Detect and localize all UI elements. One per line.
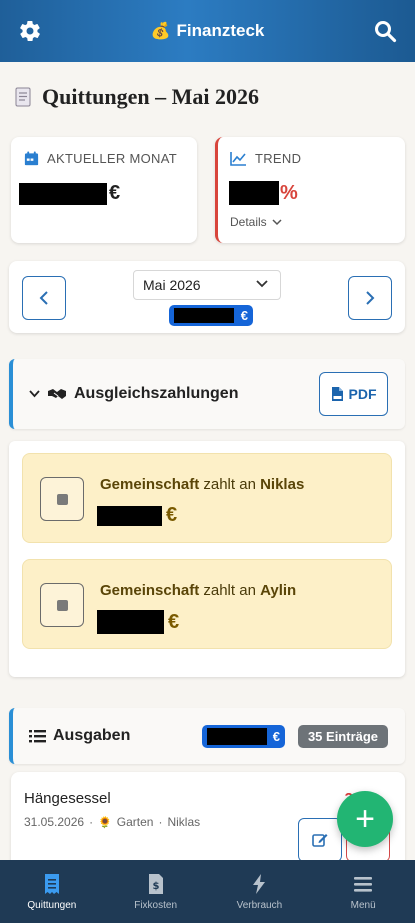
redacted-amount bbox=[19, 182, 107, 205]
expense-meta: 31.05.2026 · 🌻 Garten · Niklas bbox=[24, 815, 200, 829]
currency-symbol: € bbox=[168, 610, 180, 633]
trend-label: TREND bbox=[230, 151, 301, 166]
nav-label: Verbrauch bbox=[236, 899, 283, 911]
file-pdf-icon bbox=[331, 387, 343, 401]
payment-amount: € bbox=[97, 504, 177, 527]
details-label: Details bbox=[230, 215, 267, 229]
gear-icon[interactable] bbox=[18, 19, 42, 43]
payment-checkbox[interactable] bbox=[40, 477, 84, 521]
payment-verb: zahlt an bbox=[203, 476, 256, 493]
nav-verbrauch[interactable]: Verbrauch bbox=[208, 860, 312, 923]
expense-category: Garten bbox=[116, 815, 154, 829]
edit-button[interactable] bbox=[298, 818, 342, 860]
payment-card: Gemeinschaft zahlt an Niklas € bbox=[22, 453, 392, 543]
nav-fixkosten[interactable]: $ Fixkosten bbox=[104, 860, 208, 923]
app-header: 💰 Finanzteck bbox=[0, 0, 415, 62]
list-icon bbox=[29, 730, 46, 743]
expenses-title-text: Ausgaben bbox=[53, 727, 131, 744]
currency-symbol: € bbox=[272, 729, 280, 744]
currency-symbol: € bbox=[166, 504, 178, 526]
redacted-amount bbox=[97, 610, 164, 634]
next-month-button[interactable] bbox=[348, 276, 392, 320]
currency-symbol: € bbox=[109, 182, 121, 204]
bolt-icon bbox=[253, 873, 266, 894]
sunflower-icon: 🌻 bbox=[98, 816, 112, 829]
entries-count-badge: 35 Einträge bbox=[298, 725, 388, 748]
month-total-pill: € bbox=[169, 305, 253, 326]
plus-icon: + bbox=[355, 800, 375, 838]
payer-name: Gemeinschaft bbox=[100, 582, 200, 599]
money-bag-icon: 💰 bbox=[150, 23, 171, 40]
settlement-title-text: Ausgleichszahlungen bbox=[74, 385, 239, 402]
meta-separator: · bbox=[89, 815, 94, 829]
redacted-amount bbox=[97, 505, 162, 526]
chart-line-icon bbox=[230, 152, 246, 166]
chevron-down-icon bbox=[272, 218, 282, 225]
chevron-down-icon bbox=[256, 280, 268, 288]
percent-symbol: % bbox=[280, 181, 298, 204]
edit-icon bbox=[312, 834, 328, 847]
month-select[interactable]: Mai 2026 bbox=[133, 270, 281, 300]
payee-name: Niklas bbox=[260, 476, 305, 493]
chevron-left-icon bbox=[39, 291, 48, 305]
payer-name: Gemeinschaft bbox=[100, 476, 200, 493]
trend-card: TREND % Details bbox=[215, 137, 405, 243]
current-month-label-text: AKTUELLER MONAT bbox=[47, 151, 177, 166]
redacted-amount bbox=[174, 308, 234, 323]
expense-name: Hängesessel bbox=[24, 790, 111, 807]
redacted-amount bbox=[207, 728, 267, 745]
current-month-label: AKTUELLER MONAT bbox=[24, 151, 177, 166]
month-select-value: Mai 2026 bbox=[143, 277, 201, 293]
nav-label: Quittungen bbox=[27, 899, 77, 911]
payment-text: Gemeinschaft zahlt an Aylin bbox=[100, 582, 296, 599]
svg-text:$: $ bbox=[152, 881, 159, 892]
expense-date: 31.05.2026 bbox=[24, 815, 85, 829]
trend-value: % bbox=[229, 181, 298, 205]
trend-label-text: TREND bbox=[255, 151, 302, 166]
calendar-icon bbox=[24, 151, 39, 166]
expenses-title[interactable]: Ausgaben bbox=[29, 727, 130, 745]
add-expense-button[interactable]: + bbox=[337, 791, 393, 847]
app-title: Finanzteck bbox=[176, 21, 265, 40]
expenses-total-pill: € bbox=[202, 725, 285, 748]
page-title: Quittungen – Mai 2026 bbox=[14, 84, 259, 110]
nav-label: Menü bbox=[350, 899, 376, 911]
brand: 💰 Finanzteck bbox=[151, 21, 265, 41]
receipt-icon bbox=[44, 873, 59, 894]
handshake-icon bbox=[48, 389, 66, 399]
payee-name: Aylin bbox=[260, 582, 297, 599]
trend-details-toggle[interactable]: Details bbox=[230, 215, 282, 229]
current-month-value: € bbox=[19, 182, 120, 205]
bottom-nav: Quittungen $ Fixkosten Verbrauch Menü bbox=[0, 860, 415, 923]
current-month-card: AKTUELLER MONAT € bbox=[11, 137, 197, 243]
nav-menu[interactable]: Menü bbox=[311, 860, 415, 923]
currency-symbol: € bbox=[240, 308, 248, 323]
receipt-icon bbox=[15, 87, 31, 107]
main-content: Quittungen – Mai 2026 AKTUELLER MONAT € bbox=[0, 62, 415, 860]
meta-separator: · bbox=[158, 815, 163, 829]
hamburger-icon bbox=[354, 876, 373, 892]
payment-card: Gemeinschaft zahlt an Aylin € bbox=[22, 559, 392, 649]
search-icon[interactable] bbox=[373, 19, 397, 43]
pdf-label: PDF bbox=[348, 386, 377, 402]
payment-text: Gemeinschaft zahlt an Niklas bbox=[100, 476, 304, 493]
settlement-title[interactable]: Ausgleichszahlungen bbox=[29, 385, 238, 403]
chevron-right-icon bbox=[366, 291, 375, 305]
redacted-percent bbox=[229, 181, 279, 205]
invoice-dollar-icon: $ bbox=[148, 873, 163, 894]
expense-person: Niklas bbox=[167, 815, 201, 829]
nav-label: Fixkosten bbox=[134, 899, 178, 911]
payment-amount: € bbox=[97, 610, 179, 634]
payment-verb: zahlt an bbox=[203, 582, 256, 599]
pdf-export-button[interactable]: PDF bbox=[319, 372, 388, 416]
prev-month-button[interactable] bbox=[22, 276, 66, 320]
chevron-down-icon bbox=[29, 390, 40, 398]
nav-quittungen[interactable]: Quittungen bbox=[0, 860, 104, 923]
page-title-text: Quittungen – Mai 2026 bbox=[42, 84, 259, 109]
payment-checkbox[interactable] bbox=[40, 583, 84, 627]
